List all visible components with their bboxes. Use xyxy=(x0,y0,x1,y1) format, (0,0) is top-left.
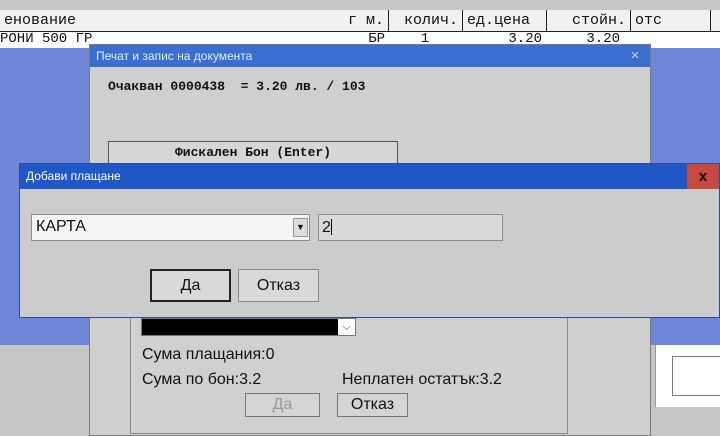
close-icon[interactable]: × xyxy=(626,47,644,65)
dropdown-arrow-icon[interactable]: ▼ xyxy=(293,218,308,237)
expected-document-line: Очакван 0000438 = 3.20 лв. / 103 xyxy=(108,79,366,94)
text-caret xyxy=(330,219,332,235)
chevron-down-icon[interactable]: ⌵ xyxy=(338,319,355,335)
col-header-price[interactable]: ед.цена xyxy=(462,10,546,32)
col-header-discount[interactable]: отс xyxy=(630,10,710,32)
payments-sum-label: Сума плащания:0 xyxy=(142,346,275,363)
print-dialog-title: Печат и запис на документа xyxy=(96,49,253,63)
col-header-unit[interactable]: г м. xyxy=(300,10,388,32)
fiscal-receipt-button[interactable]: Фискален Бон (Enter) xyxy=(108,141,398,165)
background-input[interactable] xyxy=(672,356,720,396)
col-header-name[interactable]: енование xyxy=(0,10,300,32)
confirm-button-disabled[interactable]: Да xyxy=(245,393,320,417)
col-header-value[interactable]: стойн. xyxy=(546,10,630,32)
add-payment-title: Добави плащане xyxy=(26,169,121,183)
col-header-extra xyxy=(710,10,720,32)
add-payment-dialog: Добави плащане x КАРТА ▼ 2 Да Отказ xyxy=(19,163,720,318)
unpaid-remainder-label: Неплатен остатък:3.2 xyxy=(342,371,502,388)
print-dialog-titlebar[interactable]: Печат и запис на документа × xyxy=(90,45,650,67)
ok-button[interactable]: Да xyxy=(150,269,231,302)
receipt-sum-label: Сума по бон:3.2 xyxy=(142,371,262,388)
amount-input[interactable]: 2 xyxy=(318,214,503,241)
amount-value: 2 xyxy=(322,219,331,236)
payment-type-combobox[interactable]: КАРТА ▼ xyxy=(31,214,310,241)
add-payment-titlebar[interactable]: Добави плащане xyxy=(20,164,719,189)
cancel-button[interactable]: Отказ xyxy=(337,393,408,417)
col-header-qty[interactable]: колич. xyxy=(388,10,462,32)
cancel-button[interactable]: Отказ xyxy=(238,269,319,302)
close-icon[interactable]: x xyxy=(687,164,719,189)
payment-method-select[interactable] xyxy=(141,318,356,336)
payment-type-value: КАРТА xyxy=(36,218,86,235)
